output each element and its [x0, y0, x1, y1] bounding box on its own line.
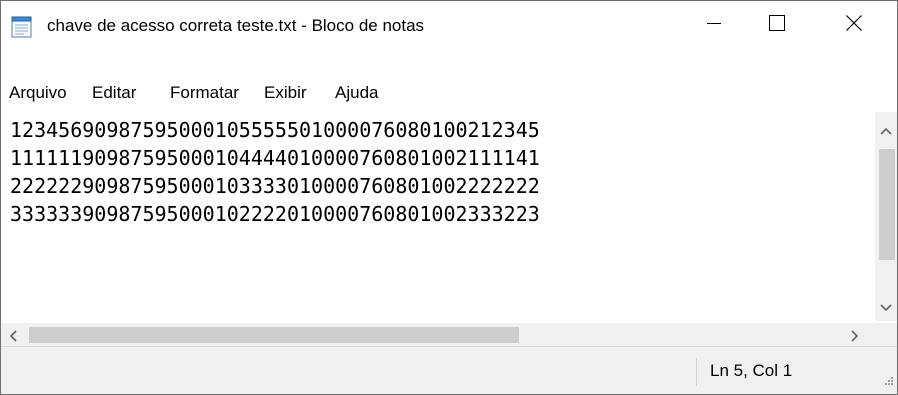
- text-editor[interactable]: 1234569098759500010555550100007608010021…: [2, 112, 875, 321]
- chevron-up-icon[interactable]: [880, 122, 892, 140]
- maximize-icon: [768, 15, 785, 36]
- vertical-scroll-thumb[interactable]: [879, 149, 895, 260]
- minimize-button[interactable]: [683, 1, 744, 50]
- menu-formatar[interactable]: Formatar: [170, 75, 239, 111]
- horizontal-scrollbar[interactable]: [1, 323, 875, 346]
- chevron-right-icon[interactable]: [851, 329, 859, 347]
- chevron-down-icon[interactable]: [880, 299, 892, 317]
- menu-editar[interactable]: Editar: [92, 75, 136, 111]
- title-bar[interactable]: chave de acesso correta teste.txt - Bloc…: [1, 1, 897, 50]
- status-bar: Ln 5, Col 1: [1, 346, 897, 394]
- vertical-scrollbar[interactable]: [875, 112, 897, 321]
- editor-line: 1111119098759500010444401000076080100211…: [10, 146, 540, 170]
- scrollbar-corner: [875, 323, 897, 346]
- editor-line: 1234569098759500010555550100007608010021…: [10, 118, 540, 142]
- menu-ajuda[interactable]: Ajuda: [335, 75, 378, 111]
- maximize-button[interactable]: [746, 1, 807, 50]
- horizontal-scroll-thumb[interactable]: [29, 327, 519, 343]
- status-divider: [696, 358, 697, 386]
- chevron-left-icon[interactable]: [9, 329, 17, 347]
- resize-grip-icon[interactable]: [883, 372, 893, 390]
- cursor-position: Ln 5, Col 1: [710, 361, 793, 380]
- menu-bar: Arquivo Editar Formatar Exibir Ajuda: [1, 75, 897, 111]
- editor-line: 3333339098759500010222201000076080100233…: [10, 202, 540, 226]
- menu-exibir[interactable]: Exibir: [264, 75, 307, 111]
- close-button[interactable]: [823, 1, 884, 50]
- editor-line: 2222229098759500010333301000076080100222…: [10, 174, 540, 198]
- window-title: chave de acesso correta teste.txt - Bloc…: [47, 16, 425, 35]
- menu-arquivo[interactable]: Arquivo: [9, 75, 67, 111]
- notepad-icon: [10, 16, 34, 38]
- close-icon: [845, 15, 862, 36]
- minimize-icon: [706, 16, 721, 35]
- notepad-window: chave de acesso correta teste.txt - Bloc…: [0, 0, 898, 395]
